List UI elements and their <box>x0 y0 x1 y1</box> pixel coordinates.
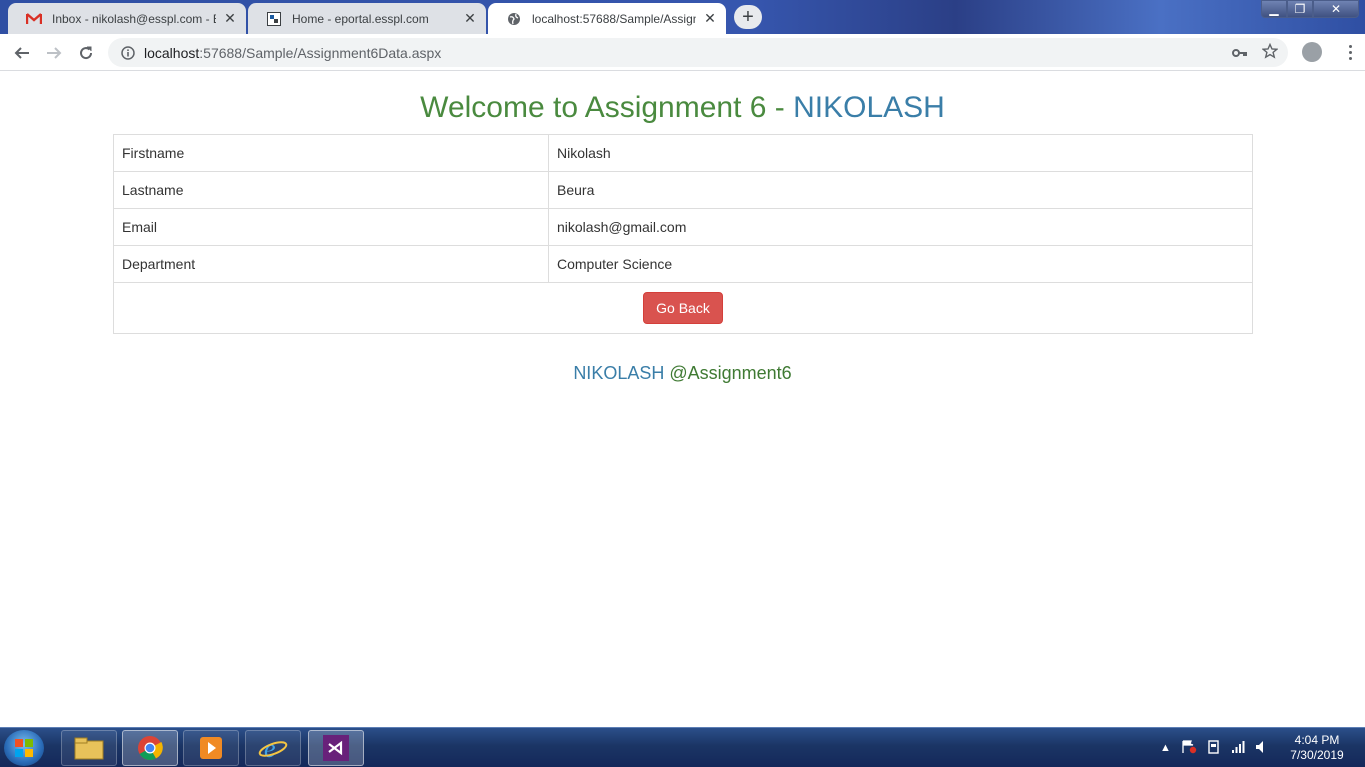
media-player-icon[interactable] <box>183 730 239 766</box>
restore-button[interactable]: ❐ <box>1287 0 1313 18</box>
student-details-table: Firstname Nikolash Lastname Beura Email … <box>113 134 1253 334</box>
svg-text:e: e <box>264 735 276 761</box>
row-label: Email <box>113 208 549 246</box>
table-row: Email nikolash@gmail.com <box>113 208 1253 246</box>
footer-name: NIKOLASH <box>573 363 665 383</box>
footer-tag: @Assignment6 <box>664 363 792 383</box>
row-value: Beura <box>548 171 1253 209</box>
button-row: Go Back <box>113 282 1253 334</box>
system-tray: ▲ <box>1160 728 1267 767</box>
new-tab-button[interactable]: + <box>734 5 762 29</box>
row-value: Nikolash <box>548 134 1253 172</box>
close-tab-icon[interactable]: ✕ <box>222 10 238 27</box>
taskbar-clock[interactable]: 4:04 PM 7/30/2019 <box>1282 733 1352 763</box>
window-controls: ▁ ❐ ✕ <box>1261 0 1359 18</box>
url-host: localhost <box>144 44 200 61</box>
device-icon[interactable] <box>1207 739 1221 757</box>
tab-eportal-home[interactable]: Home - eportal.esspl.com ✕ <box>248 3 486 34</box>
network-icon[interactable] <box>1231 740 1245 756</box>
go-back-button[interactable]: Go Back <box>643 292 723 324</box>
start-button[interactable] <box>4 730 44 766</box>
volume-icon[interactable] <box>1255 740 1267 757</box>
button-cell: Go Back <box>113 282 1253 334</box>
browser-toolbar: localhost:57688/Sample/Assignment6Data.a… <box>0 34 1365 71</box>
tab-gmail-inbox[interactable]: Inbox - nikolash@esspl.com - ESS ✕ <box>8 3 246 34</box>
page-content: Welcome to Assignment 6 - NIKOLASH First… <box>0 72 1365 727</box>
show-hidden-icons-arrow[interactable]: ▲ <box>1160 742 1171 754</box>
action-center-flag-icon[interactable] <box>1181 739 1197 757</box>
bookmark-star-icon[interactable] <box>1261 42 1279 62</box>
clock-time: 4:04 PM <box>1294 733 1340 747</box>
row-value: Computer Science <box>548 245 1253 283</box>
browser-tab-strip: Inbox - nikolash@esspl.com - ESS ✕ Home … <box>0 0 1365 34</box>
minimize-button[interactable]: ▁ <box>1261 0 1287 18</box>
chrome-icon[interactable] <box>122 730 178 766</box>
row-label: Lastname <box>113 171 549 209</box>
table-row: Lastname Beura <box>113 171 1253 209</box>
row-label: Firstname <box>113 134 549 172</box>
key-icon[interactable] <box>1232 45 1248 61</box>
clock-date: 7/30/2019 <box>1290 748 1344 762</box>
tab-assignment6[interactable]: localhost:57688/Sample/Assignm ✕ <box>488 3 726 34</box>
close-tab-icon[interactable]: ✕ <box>702 10 718 27</box>
tab-title: localhost:57688/Sample/Assignm <box>532 11 696 26</box>
url-path: :57688/Sample/Assignment6Data.aspx <box>199 44 442 61</box>
back-arrow-icon[interactable] <box>10 41 34 65</box>
close-tab-icon[interactable]: ✕ <box>462 10 478 27</box>
table-row: Firstname Nikolash <box>113 134 1253 172</box>
reload-icon[interactable] <box>74 41 98 65</box>
page-title-name: NIKOLASH <box>793 91 945 124</box>
browser-menu-icon[interactable] <box>1340 42 1360 62</box>
close-window-button[interactable]: ✕ <box>1313 0 1359 18</box>
row-value: nikolash@gmail.com <box>548 208 1253 246</box>
profile-avatar[interactable] <box>1302 42 1322 62</box>
table-row: Department Computer Science <box>113 245 1253 283</box>
forward-arrow-icon[interactable] <box>42 41 66 65</box>
page-title: Welcome to Assignment 6 - NIKOLASH <box>0 90 1365 126</box>
tab-title: Home - eportal.esspl.com <box>292 11 429 26</box>
gmail-icon <box>26 11 42 27</box>
info-icon[interactable] <box>120 45 136 61</box>
file-explorer-icon[interactable] <box>61 730 117 766</box>
page-footer: NIKOLASH @Assignment6 <box>0 362 1365 384</box>
visual-studio-icon[interactable] <box>308 730 364 766</box>
address-bar[interactable]: localhost:57688/Sample/Assignment6Data.a… <box>108 38 1288 67</box>
row-label: Department <box>113 245 549 283</box>
internet-explorer-icon[interactable]: e <box>245 730 301 766</box>
page-title-prefix: Welcome to Assignment 6 - <box>420 91 794 124</box>
windows-taskbar: e ▲ 4:04 PM 7/30/2019 <box>0 727 1365 767</box>
globe-icon <box>506 11 522 27</box>
tab-title: Inbox - nikolash@esspl.com - ESS <box>52 11 216 26</box>
eportal-icon <box>266 11 282 27</box>
